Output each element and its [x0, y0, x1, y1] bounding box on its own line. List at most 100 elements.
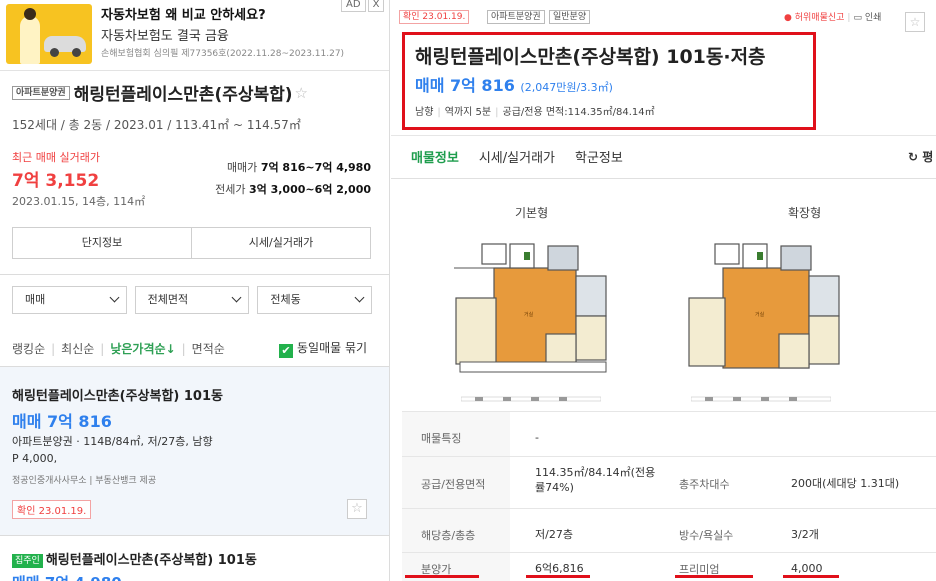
sort-low-price[interactable]: 낮은가격순↓	[110, 342, 175, 356]
trade-type-select[interactable]: 매매	[12, 286, 127, 314]
complex-type-tag: 아파트분양권	[12, 85, 70, 100]
complex-info-button[interactable]: 단지정보	[13, 228, 191, 258]
siren-icon: ●	[784, 13, 792, 23]
ad-image[interactable]	[6, 4, 92, 64]
recent-deal-price: 7억 3,152	[12, 171, 100, 191]
table-value-presale-price: 6억6,816	[535, 562, 584, 575]
area-value: 전체면적	[147, 293, 189, 306]
detail-price-per-area: (2,047만원/3.3㎡)	[520, 81, 613, 94]
complex-meta: 152세대 / 총 2동 / 2023.01 / 113.41㎡ ~ 114.5…	[12, 118, 301, 132]
tab-listing-info[interactable]: 매물정보	[411, 147, 459, 166]
table-value-premium: 4,000	[791, 562, 823, 575]
detail-direction: 남향	[415, 107, 434, 118]
sale-price-value: 7억 816~7억 4,980	[260, 161, 371, 174]
detail-station-distance: 역까지 5분	[444, 107, 492, 118]
highlight-underline	[405, 575, 479, 578]
detail-panel: 확인 23.01.19. 아파트분양권 일반분양 ● 허위매물신고 | ▭ 인쇄 ☆…	[391, 0, 936, 581]
sort-area[interactable]: 면적순	[192, 342, 225, 356]
jeonse-price-range: 전세가 3억 3,000~6억 2,000	[215, 181, 371, 197]
listing-item-selected[interactable]: 해링턴플레이스만촌(주상복합) 101동 매매 7억 816 아파트분양권 · …	[0, 367, 389, 535]
sort-latest[interactable]: 최신순	[61, 342, 94, 356]
meta-separator: |	[437, 107, 441, 118]
table-label-parking: 총주차대수	[679, 478, 730, 491]
listing-title[interactable]: 해링턴플레이스만촌(주상복합) 101동	[12, 385, 223, 404]
complex-title: 아파트분양권 해링턴플레이스만촌(주상복합) ☆	[12, 80, 308, 105]
owner-tag: 집주인	[12, 553, 43, 568]
detail-tabs: 매물정보 시세/실거래가 학군정보	[411, 147, 623, 166]
sort-separator: |	[51, 342, 56, 356]
app-root: 자동차보험 왜 비교 안하세요? 자동차보험도 결국 금융 손해보험협회 심의필…	[0, 0, 936, 581]
listing-title[interactable]: 해링턴플레이스만촌(주상복합) 101동	[46, 553, 257, 568]
listing-description: 아파트분양권 · 114B/84㎡, 저/27층, 남향	[12, 435, 213, 448]
detail-area: 공급/전용 면적:114.35㎡/84.14㎡	[502, 107, 655, 118]
floorplan-basic-label: 기본형	[515, 206, 549, 220]
detail-type-tag: 아파트분양권	[487, 10, 545, 24]
listing-confirm-badge: 확인 23.01.19.	[12, 500, 92, 519]
tab-school-info[interactable]: 학군정보	[575, 147, 623, 166]
ad-car-wheel	[50, 48, 59, 57]
highlight-underline	[675, 575, 753, 578]
complex-name[interactable]: 해링턴플레이스만촌(주상복합)	[74, 85, 293, 105]
report-fake-listing-button[interactable]: 허위매물신고	[795, 13, 845, 23]
area-select[interactable]: 전체면적	[134, 286, 250, 314]
listing-item[interactable]: 집주인 해링턴플레이스만촌(주상복합) 101동	[12, 549, 257, 568]
trade-type-value: 매매	[25, 293, 46, 306]
floorplan-basic-scale	[461, 396, 601, 402]
ad-title[interactable]: 자동차보험 왜 비교 안하세요?	[101, 4, 266, 23]
recent-deal-date: 2023.01.15, 14층, 114㎡	[12, 195, 146, 208]
chevron-down-icon	[231, 292, 242, 303]
print-button[interactable]: 인쇄	[865, 13, 882, 23]
ad-banner[interactable]: 자동차보험 왜 비교 안하세요? 자동차보험도 결국 금융 손해보험협회 심의필…	[0, 0, 389, 71]
table-value-area: 114.35㎡/84.14㎡(전용률74%)	[535, 466, 656, 494]
floorplan-extended-image[interactable]: 거실	[685, 230, 843, 380]
jeonse-price-label: 전세가	[215, 183, 246, 196]
group-same-listings-label: 동일매물 묶기	[297, 341, 368, 355]
sort-separator: |	[181, 342, 186, 356]
refresh-unit-toggle[interactable]: ↻ 평	[908, 148, 933, 165]
divider	[0, 274, 389, 275]
detail-sale-type-tag: 일반분양	[549, 10, 591, 24]
floorplan-basic-image[interactable]: 거실	[452, 230, 610, 380]
building-select[interactable]: 전체동	[257, 286, 373, 314]
svg-text:거실: 거실	[755, 311, 765, 318]
table-label-floor: 해당층/총층	[421, 529, 476, 542]
table-divider	[402, 552, 936, 553]
recent-deal-label: 최근 매매 실거래가	[12, 151, 100, 164]
sale-price-label: 매매가	[226, 161, 258, 174]
sort-ranking[interactable]: 랭킹순	[12, 342, 45, 356]
table-divider	[402, 456, 936, 457]
detail-favorite-star-icon[interactable]: ☆	[905, 12, 925, 32]
group-same-listings-toggle[interactable]: ✔ 동일매물 묶기	[279, 339, 367, 358]
favorite-star-icon[interactable]: ☆	[295, 84, 308, 102]
print-icon: ▭	[853, 13, 862, 23]
detail-confirm-badge: 확인 23.01.19.	[399, 10, 470, 24]
detail-price: 매매 7억 816 (2,047만원/3.3㎡)	[415, 72, 613, 96]
action-separator: |	[847, 13, 851, 23]
floorplan-extended-scale	[691, 396, 831, 402]
listing-price: 매매 7억 816	[12, 412, 112, 431]
table-divider	[402, 508, 936, 509]
sale-price-range: 매매가 7억 816~7억 4,980	[227, 159, 371, 175]
price-history-button[interactable]: 시세/실거래가	[191, 228, 370, 258]
table-label-area: 공급/전용면적	[421, 478, 486, 491]
detail-price-value: 매매 7억 816	[415, 76, 515, 95]
ad-note: 손해보험협회 심의필 제77356호(2022.11.28~2023.11.27…	[101, 49, 345, 59]
chevron-down-icon	[109, 292, 120, 303]
highlight-underline	[526, 575, 590, 578]
sort-bar: 랭킹순 | 최신순 | 낮은가격순↓ | 면적순	[12, 340, 225, 357]
ad-close-button[interactable]: X	[368, 0, 384, 12]
tab-price-history[interactable]: 시세/실거래가	[479, 147, 555, 166]
sort-separator: |	[100, 342, 105, 356]
detail-meta: 남향 | 역까지 5분 | 공급/전용 면적:114.35㎡/84.14㎡	[415, 103, 655, 118]
divider	[0, 535, 389, 536]
checkbox-checked-icon[interactable]: ✔	[279, 344, 293, 358]
ad-person-graphic	[20, 8, 40, 64]
filter-bar: 매매 전체면적 전체동	[12, 286, 373, 314]
listing-favorite-star-icon[interactable]: ☆	[347, 499, 367, 519]
jeonse-price-value: 3억 3,000~6억 2,000	[248, 183, 371, 196]
floorplan-extended-label: 확장형	[788, 206, 822, 220]
highlight-underline	[783, 575, 839, 578]
building-value: 전체동	[270, 293, 301, 306]
ad-subtitle: 자동차보험도 결국 금융	[101, 29, 229, 44]
detail-actions: ● 허위매물신고 | ▭ 인쇄	[784, 10, 881, 23]
